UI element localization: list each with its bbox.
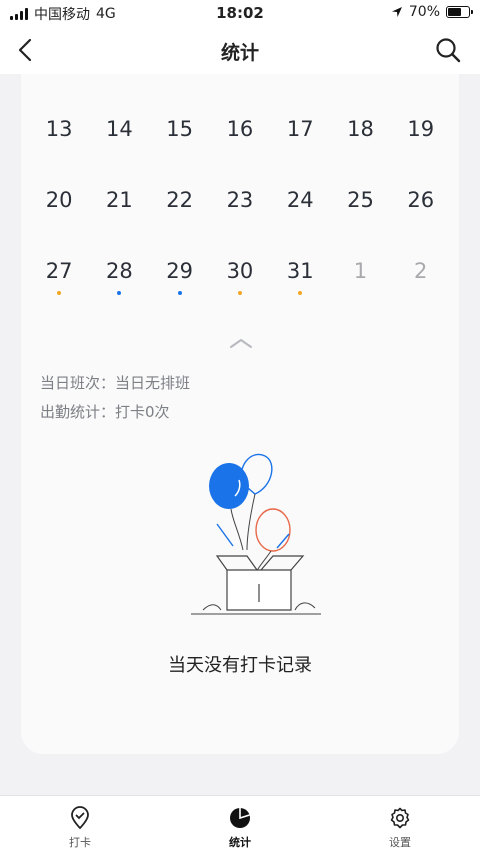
calendar-day-number: 31	[286, 259, 314, 283]
calendar-card: 13 14 15 16 17 18 19 20 21 22 23 24 25 26 27 28 29 30 31 1 2…	[21, 74, 459, 754]
calendar-day[interactable]: 27	[29, 257, 89, 297]
calendar-week-row: 27 28 29 30 31 1 2	[29, 257, 451, 297]
calendar-day[interactable]: 16	[210, 115, 270, 155]
calendar-day-number: 21	[106, 188, 133, 212]
calendar-day[interactable]: 1	[330, 257, 390, 297]
tab-checkin[interactable]: 打卡	[40, 806, 120, 850]
calendar-day[interactable]: 13	[29, 115, 89, 155]
search-icon[interactable]	[434, 36, 462, 64]
gear-icon	[390, 807, 410, 829]
tab-label: 统计	[229, 836, 251, 849]
calendar-week-row: 20 21 22 23 24 25 26	[29, 186, 451, 226]
calendar-day[interactable]: 29	[150, 257, 210, 297]
empty-state-text: 当天没有打卡记录	[168, 655, 312, 676]
calendar-day-number: 17	[286, 117, 314, 141]
calendar-day-number: 18	[347, 117, 374, 141]
attendance-dot	[298, 291, 303, 295]
calendar-day[interactable]: 26	[391, 186, 451, 226]
calendar-day[interactable]: 14	[89, 115, 149, 155]
calendar-day-number: 26	[407, 188, 435, 212]
calendar-day[interactable]: 30	[210, 257, 270, 297]
calendar-day-number: 25	[347, 188, 374, 212]
page-title: 统计	[220, 42, 259, 64]
calendar-day-number: 20	[45, 188, 73, 212]
calendar-day[interactable]: 31	[270, 257, 330, 297]
calendar-day-number: 2	[414, 259, 428, 283]
attendance-info: 出勤统计：打卡0次	[40, 403, 170, 421]
calendar-day-number: 23	[226, 188, 254, 212]
calendar-day[interactable]: 19	[391, 115, 451, 155]
tab-statistics[interactable]: 统计	[200, 806, 280, 850]
calendar-day[interactable]: 2	[391, 257, 451, 297]
calendar-day-number: 24	[286, 188, 314, 212]
attendance-dot	[237, 291, 242, 295]
calendar-day-number: 30	[226, 259, 254, 283]
calendar-day[interactable]: 18	[330, 115, 390, 155]
calendar-day-number: 1	[353, 259, 368, 283]
attendance-dot	[57, 291, 62, 295]
calendar-day-number: 27	[45, 259, 73, 283]
calendar-week-row: 13 14 15 16 17 18 19	[29, 115, 451, 155]
location-check-icon	[71, 806, 89, 830]
calendar-day[interactable]: 15	[150, 115, 210, 155]
battery-percent: 70%	[408, 4, 440, 20]
calendar-day-number: 19	[407, 117, 435, 141]
location-arrow-icon	[391, 7, 402, 17]
pie-chart-icon	[230, 808, 250, 828]
balloon-gift-illustration	[191, 453, 321, 615]
calendar-day-number: 15	[166, 117, 194, 141]
calendar-day-number: 28	[106, 259, 133, 283]
attendance-dot	[117, 291, 122, 295]
calendar-day-number: 13	[45, 117, 73, 141]
bottom-tab-bar: 打卡 统计 设置	[0, 795, 480, 853]
calendar-day[interactable]: 20	[29, 186, 89, 226]
attendance-dot	[177, 291, 182, 295]
calendar-day[interactable]: 24	[270, 186, 330, 226]
status-bar: 中国移动 4G 18:02 70%	[0, 0, 480, 26]
nav-bar: 统计	[0, 26, 480, 74]
calendar-day-number: 29	[166, 259, 194, 283]
calendar-day[interactable]: 23	[210, 186, 270, 226]
calendar-day[interactable]: 25	[330, 186, 390, 226]
tab-settings[interactable]: 设置	[360, 806, 440, 850]
battery-icon	[446, 6, 473, 18]
calendar-day[interactable]: 22	[150, 186, 210, 226]
shift-info: 当日班次：当日无排班	[40, 374, 191, 392]
tab-label: 打卡	[69, 836, 91, 849]
calendar-day-number: 14	[106, 117, 133, 141]
calendar-day[interactable]: 28	[89, 257, 149, 297]
calendar-day[interactable]: 21	[89, 186, 149, 226]
chevron-up-icon[interactable]	[228, 336, 254, 350]
calendar-day-number: 22	[166, 188, 194, 212]
tab-label: 设置	[389, 836, 411, 849]
calendar-day[interactable]: 17	[270, 115, 330, 155]
calendar-day-number: 16	[226, 117, 254, 141]
